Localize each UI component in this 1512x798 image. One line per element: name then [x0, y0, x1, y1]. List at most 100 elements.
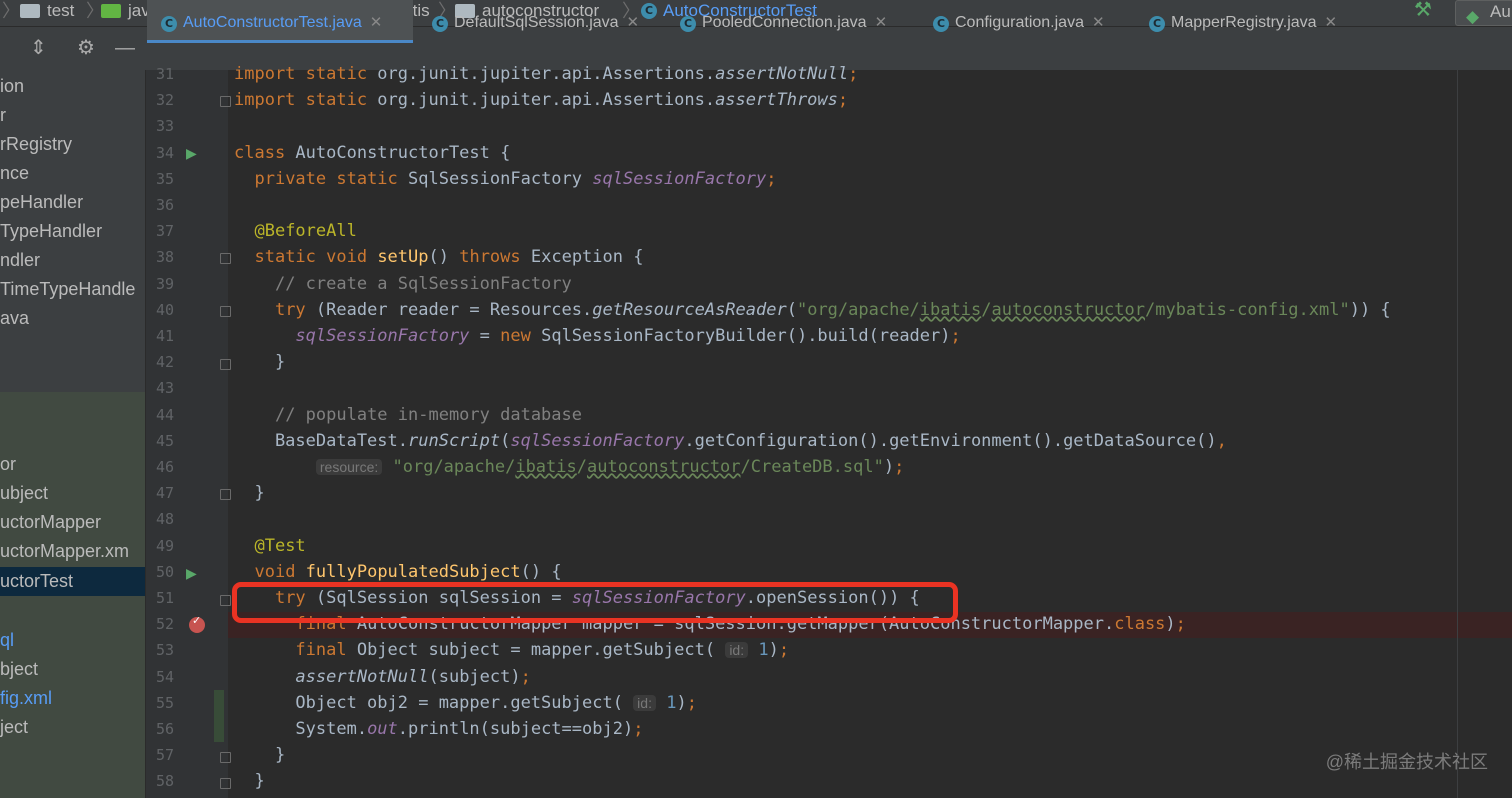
watermark: @稀土掘金技术社区 — [1325, 752, 1488, 772]
code-line[interactable]: final Object subject = mapper.getSubject… — [234, 637, 789, 663]
build-hammer-icon[interactable]: ⚒ — [1414, 0, 1432, 20]
tab-pooledconnection[interactable]: C PooledConnection.java ✕ — [668, 0, 918, 43]
code-token: ibatis — [515, 457, 577, 477]
tree-item[interactable]: ql — [0, 626, 14, 655]
run-test-method-icon[interactable]: ▶ — [186, 566, 197, 580]
code-line[interactable]: System.out.println(subject==obj2); — [234, 716, 643, 742]
code-line[interactable]: import static org.junit.jupiter.api.Asse… — [234, 61, 858, 87]
tree-item[interactable]: ject — [0, 713, 28, 742]
code-line[interactable]: static void setUp() throws Exception { — [234, 244, 643, 270]
tree-item[interactable]: ndler — [0, 246, 40, 275]
code-line[interactable]: } — [234, 742, 285, 768]
line-number: 33 — [155, 117, 174, 136]
class-icon: C — [933, 16, 949, 32]
code-line[interactable]: // create a SqlSessionFactory — [234, 271, 572, 297]
fold-icon[interactable] — [220, 752, 231, 763]
code-token: ibatis — [919, 299, 982, 320]
close-tab-icon[interactable]: ✕ — [875, 14, 888, 31]
tree-item[interactable]: bject — [0, 655, 38, 684]
line-number: 49 — [155, 536, 174, 555]
close-tab-icon[interactable]: ✕ — [1092, 14, 1105, 31]
line-number: 36 — [155, 196, 174, 214]
code-line[interactable]: void fullyPopulatedSubject() { — [234, 559, 561, 585]
code-token: org.junit.jupiter.api.Assertions. — [377, 90, 716, 111]
project-tool-window-actions: ⇕ ⚙ — — [0, 27, 145, 70]
fold-icon[interactable] — [220, 359, 231, 370]
code-line[interactable]: resource: "org/apache/ibatis/autoconstru… — [234, 454, 904, 480]
tab-defaultsqlsession[interactable]: C DefaultSqlSession.java ✕ — [420, 0, 665, 43]
code-line[interactable]: @BeforeAll — [234, 218, 356, 244]
code-line[interactable]: private static SqlSessionFactory sqlSess… — [234, 166, 776, 192]
tree-item[interactable]: nce — [0, 159, 29, 188]
tab-configuration[interactable]: C Configuration.java ✕ — [921, 0, 1135, 43]
tree-item[interactable]: r — [0, 101, 6, 130]
fold-icon[interactable] — [220, 253, 231, 264]
code-line[interactable]: } — [234, 768, 264, 794]
tree-item[interactable]: ubject — [0, 479, 48, 508]
code-token: Exception { — [530, 247, 644, 268]
code-line[interactable]: } — [234, 349, 285, 375]
breakpoint-icon[interactable] — [189, 614, 205, 633]
line-number: 54 — [155, 667, 174, 686]
class-icon: C — [161, 16, 177, 32]
tree-item[interactable]: uctorMapper.xm — [0, 537, 129, 566]
code-token: autoconstructor — [991, 299, 1145, 320]
class-icon: C — [680, 16, 696, 32]
fold-icon[interactable] — [220, 778, 231, 789]
tree-item-selected[interactable]: uctorTest — [0, 567, 145, 596]
code-token: assertNotNull — [715, 64, 849, 84]
tab-autoconstructortest[interactable]: C AutoConstructorTest.java ✕ — [147, 0, 413, 43]
code-line[interactable]: Object obj2 = mapper.getSubject( id: 1); — [234, 690, 697, 716]
tree-item[interactable]: or — [0, 450, 16, 479]
tree-item[interactable]: TimeTypeHandle — [0, 275, 135, 304]
code-token: 1 — [758, 640, 769, 661]
code-line[interactable]: @Test — [234, 533, 305, 559]
gear-icon[interactable]: ⚙ — [77, 37, 95, 59]
close-tab-icon[interactable]: ✕ — [1325, 14, 1338, 31]
code-token: assertNotNull — [295, 666, 429, 687]
fold-icon[interactable] — [220, 306, 231, 317]
line-number: 51 — [155, 589, 174, 607]
code-line[interactable]: class AutoConstructorTest { — [234, 140, 510, 166]
tab-mapperregistry[interactable]: C MapperRegistry.java ✕ — [1137, 0, 1367, 43]
code-line[interactable]: } — [234, 480, 264, 506]
line-number: 40 — [155, 300, 174, 319]
tree-item[interactable]: uctorMapper — [0, 508, 101, 537]
tree-item[interactable]: fig.xml — [0, 684, 52, 713]
code-token: runScript — [408, 430, 501, 451]
fold-icon[interactable] — [220, 595, 231, 606]
tree-item[interactable]: ava — [0, 304, 29, 333]
code-token: "org/apache/ — [392, 457, 516, 477]
code-token: ; — [837, 90, 849, 111]
code-line[interactable]: import static org.junit.jupiter.api.Asse… — [234, 87, 848, 113]
breadcrumb-item-test[interactable]: test — [20, 0, 74, 22]
line-number: 44 — [155, 405, 174, 424]
code-line[interactable]: try (Reader reader = Resources.getResour… — [234, 297, 1391, 323]
close-tab-icon[interactable]: ✕ — [627, 14, 640, 31]
line-number: 56 — [155, 720, 174, 738]
tree-item[interactable]: rRegistry — [0, 130, 72, 159]
code-line[interactable]: assertNotNull(subject); — [234, 664, 530, 690]
run-configuration-selector[interactable]: ◆ Au — [1455, 0, 1512, 26]
fold-icon[interactable] — [220, 96, 231, 107]
tree-item[interactable]: peHandler — [0, 188, 83, 217]
close-tab-icon[interactable]: ✕ — [370, 14, 383, 31]
collapse-all-icon[interactable]: ⇕ — [30, 37, 47, 59]
tree-item[interactable]: TypeHandler — [0, 217, 102, 246]
fold-icon[interactable] — [220, 489, 231, 500]
code-line[interactable]: // populate in-memory database — [234, 402, 582, 428]
code-line[interactable]: sqlSessionFactory = new SqlSessionFactor… — [234, 323, 960, 349]
code-token: /CreateDB.sql" — [740, 457, 884, 477]
hide-icon[interactable]: — — [115, 37, 135, 59]
tree-item[interactable]: ion — [0, 72, 24, 101]
code-token: import static — [234, 64, 378, 84]
run-test-class-icon[interactable]: ▶ — [186, 146, 197, 160]
code-line[interactable]: BaseDataTest.runScript(sqlSessionFactory… — [234, 428, 1227, 454]
code-token: out — [367, 719, 398, 739]
